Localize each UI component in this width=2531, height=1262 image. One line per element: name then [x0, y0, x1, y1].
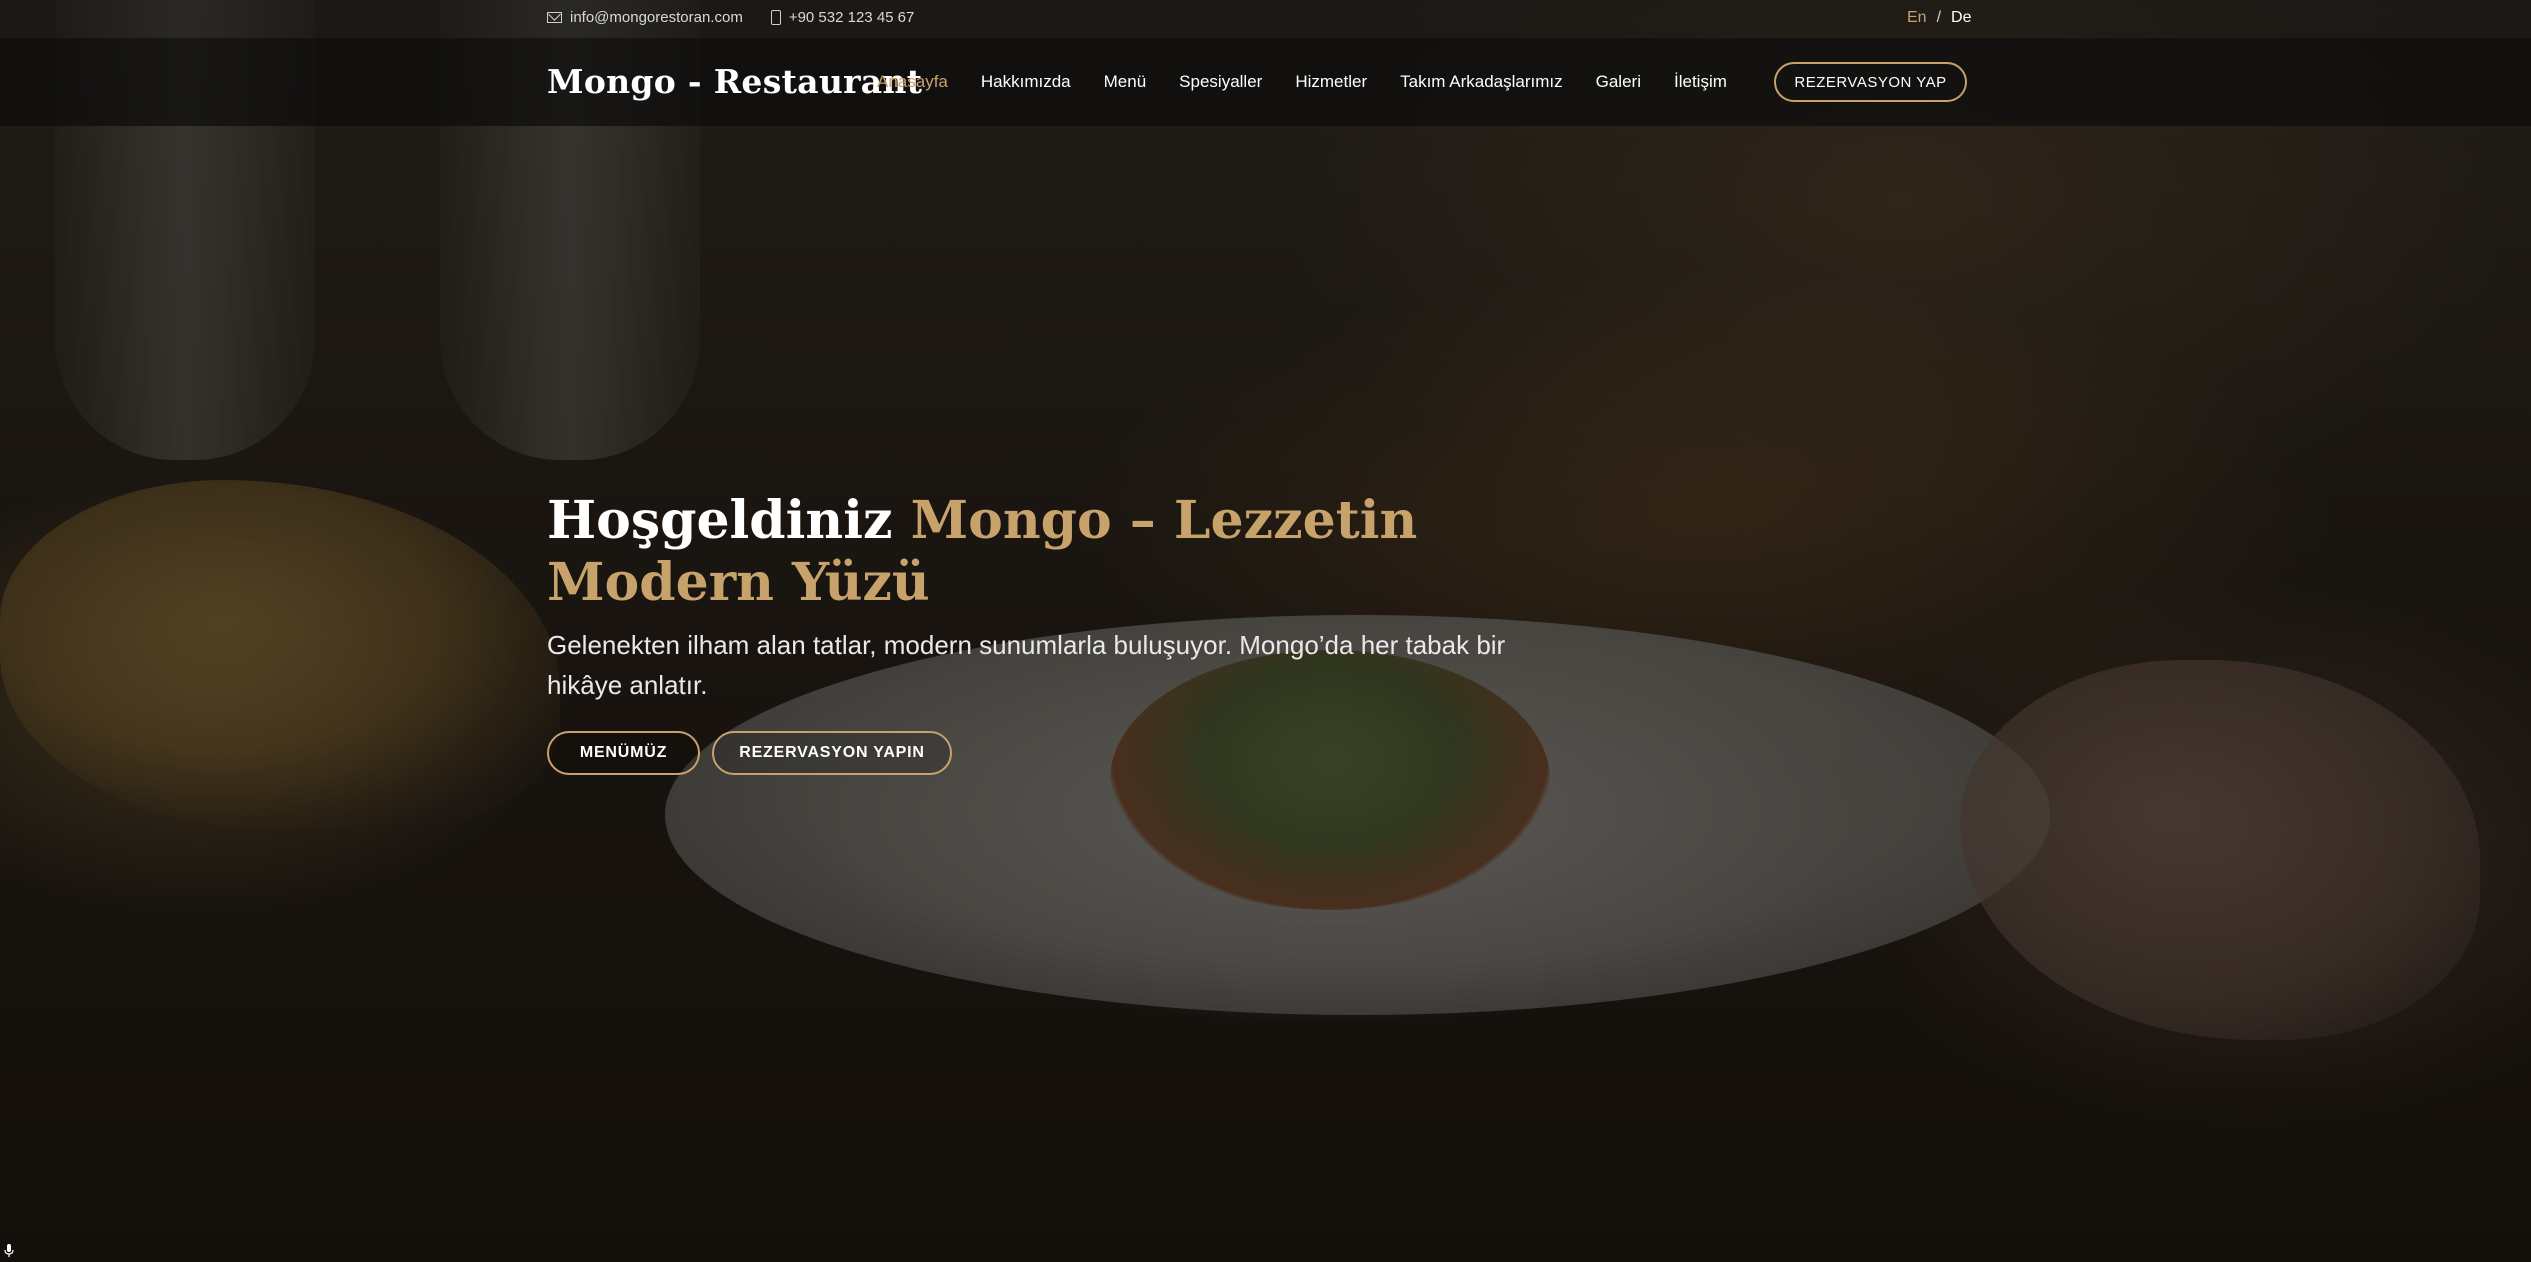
lang-de-link[interactable]: De [1951, 9, 1971, 27]
make-reservation-button[interactable]: REZERVASYON YAPIN [712, 731, 952, 775]
hero-title: Hoşgeldiniz Mongo – Lezzetin Modern Yüzü [547, 490, 1547, 614]
contact-info: info@mongorestoran.com +90 532 123 45 67 [547, 9, 914, 26]
nav-menu: Anasayfa Hakkımızda Menü Spesiyaller Hiz… [877, 72, 1727, 92]
language-switcher: En / De [1907, 9, 1971, 27]
brand-logo[interactable]: Mongo - Restaurant [547, 62, 922, 101]
phone-icon [770, 10, 781, 25]
hero-buttons: MENÜMÜZ REZERVASYON YAPIN [547, 731, 952, 775]
nav-item-iletisim[interactable]: İletişim [1674, 72, 1727, 92]
phone-text: +90 532 123 45 67 [788, 9, 915, 26]
mail-icon [547, 12, 562, 23]
hero-title-prefix: Hoşgeldiniz [547, 490, 893, 551]
microphone-icon[interactable] [4, 1244, 14, 1258]
nav-item-hakkimizda[interactable]: Hakkımızda [981, 72, 1071, 92]
lang-en-link[interactable]: En [1907, 9, 1927, 27]
main-navbar: Mongo - Restaurant Anasayfa Hakkımızda M… [0, 38, 2531, 126]
email-text: info@mongorestoran.com [570, 9, 743, 26]
reservation-button[interactable]: REZERVASYON YAP [1774, 62, 1967, 102]
email-link[interactable]: info@mongorestoran.com [547, 9, 743, 26]
nav-item-hizmetler[interactable]: Hizmetler [1295, 72, 1367, 92]
lang-separator: / [1936, 9, 1942, 26]
nav-item-anasayfa[interactable]: Anasayfa [877, 72, 948, 92]
top-bar: info@mongorestoran.com +90 532 123 45 67… [0, 0, 2531, 38]
nav-item-takim[interactable]: Takım Arkadaşlarımız [1400, 72, 1563, 92]
nav-item-galeri[interactable]: Galeri [1596, 72, 1641, 92]
menu-button[interactable]: MENÜMÜZ [547, 731, 700, 775]
phone-link[interactable]: +90 532 123 45 67 [770, 9, 915, 26]
nav-item-spesiyaller[interactable]: Spesiyaller [1179, 72, 1262, 92]
hero-subtitle: Gelenekten ilham alan tatlar, modern sun… [547, 630, 1506, 700]
nav-item-menu[interactable]: Menü [1104, 72, 1147, 92]
